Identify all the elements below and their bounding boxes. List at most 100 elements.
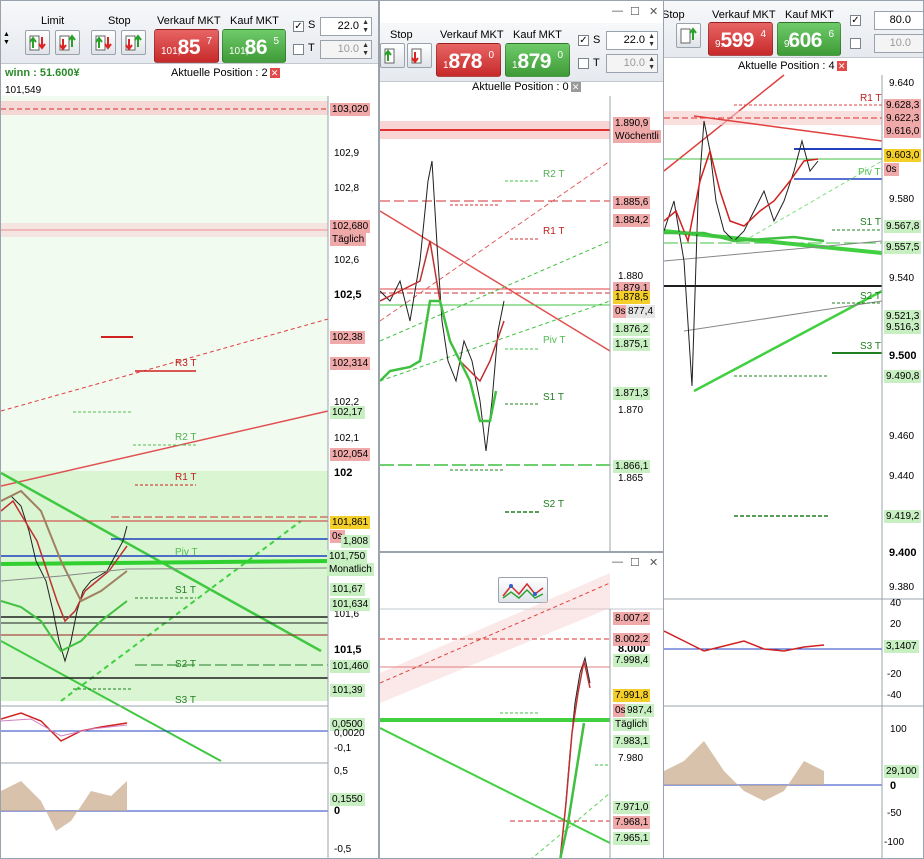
axis-tick: 102 <box>334 467 353 479</box>
price-tag: 101,460 <box>330 660 371 673</box>
axis-tick: 1.870 <box>618 405 644 416</box>
osc-tick: 0 <box>334 805 341 817</box>
price-tag: 7.965,1 <box>613 832 651 845</box>
s1-level-label: S1 T <box>543 392 564 403</box>
axis-tick: 102,9 <box>334 148 360 159</box>
axis-tick: 9.400 <box>889 547 917 559</box>
axis-tick: 9.500 <box>889 350 917 362</box>
price-tag: 1.866,1 <box>613 460 651 473</box>
osc-tag: 29,100 <box>884 765 919 778</box>
axis-tick: 9.640 <box>889 78 915 89</box>
middle-chart-window: — ☐ ✕ Stop Verkauf MKT 1. 878 0 Kauf MKT… <box>379 0 664 552</box>
price-tag: 1.884,2 <box>613 214 651 227</box>
s1-level-label: S1 T <box>860 217 881 228</box>
axis-tick: 7.980 <box>618 753 644 764</box>
price-tag: 102,17 <box>330 406 365 419</box>
price-tag: 1.885,6 <box>613 196 651 209</box>
axis-tick: 9.580 <box>889 194 915 205</box>
price-tag: 7.968,1 <box>613 816 651 829</box>
price-tag: 7.971,0 <box>613 801 651 814</box>
price-tag: 9.419,2 <box>884 510 922 523</box>
axis-tick: 9.380 <box>889 582 915 593</box>
price-tag: 8.007,2 <box>613 612 651 625</box>
piv-level-label: Piv T <box>175 547 198 558</box>
price-tag: 1.890,9 <box>613 117 651 130</box>
osc-tick: 0 <box>890 780 897 792</box>
piv-level-label: Piv T <box>858 167 881 178</box>
current-price-tag: 101,861 <box>330 516 371 529</box>
axis-tick: 9.440 <box>889 471 915 482</box>
r1-level-label: R1 T <box>175 472 197 483</box>
r2-level-label: R2 T <box>543 169 565 180</box>
s2-level-label: S2 T <box>543 499 564 510</box>
price-tag: 1.876,2 <box>613 323 651 336</box>
axis-tick: 101,5 <box>334 644 362 656</box>
osc-tick: 40 <box>890 598 902 609</box>
price-tag: 102,38 <box>330 331 365 344</box>
bottom-chart-window: — ☐ ✕ 8.007,2 8.000 8.002,2 7.998,4 7.99… <box>379 552 664 859</box>
s2-level-label: S2 T <box>860 291 881 302</box>
osc-tick: -20 <box>887 669 902 680</box>
price-tag: 8.002,2 <box>613 633 651 646</box>
axis-tick: 1.880 <box>618 271 644 282</box>
price-tag: 9.616,0 <box>884 125 922 138</box>
axis-tick: 102,5 <box>334 289 362 301</box>
osc-tick: 0,0020 <box>334 728 365 739</box>
price-tag: 101,750 <box>327 550 368 563</box>
osc-tick: -0,1 <box>334 743 352 754</box>
r1-level-label: R1 T <box>543 226 565 237</box>
price-tag: 9.490,8 <box>884 370 922 383</box>
axis-tick: 9.540 <box>889 273 915 284</box>
axis-tick: 9.460 <box>889 431 915 442</box>
osc-tick: -100 <box>884 837 905 848</box>
price-tag: 7.983,1 <box>613 735 651 748</box>
price-tag: 101,634 <box>330 598 371 611</box>
piv-level-label: Piv T <box>543 335 566 346</box>
left-chart-window: Limit Stop Verkauf MKT 101, 85 7 Kauf MK… <box>0 0 379 859</box>
price-tag: 7.998,4 <box>613 654 651 667</box>
osc-tag: 3,1407 <box>884 640 919 653</box>
price-tag: 9.516,3 <box>884 321 922 334</box>
r3-level-label: R3 T <box>175 358 197 369</box>
price-tag: 103,020 <box>330 103 371 116</box>
price-tag: 9.567,8 <box>884 220 922 233</box>
price-tag: 1,808 <box>341 535 371 548</box>
osc-tick: 100 <box>890 724 907 735</box>
right-chart-window: Stop Verkauf MKT 9. 599 4 Kauf MKT 9. 60… <box>664 0 924 859</box>
current-price-tag: 9.603,0 <box>884 149 922 162</box>
price-tag: 987,4 <box>625 704 655 717</box>
current-price-tag: 7.991,8 <box>613 689 651 702</box>
price-tag: 102,054 <box>330 448 371 461</box>
price-tag: 102,314 <box>330 357 371 370</box>
price-tag: 1.875,1 <box>613 338 651 351</box>
price-tag: 9.628,3 <box>884 99 922 112</box>
price-tag: 1.871,3 <box>613 387 651 400</box>
price-tag-label: Täglich <box>613 718 650 731</box>
price-tag: 9.557,5 <box>884 241 922 254</box>
price-tag: 102,680 <box>330 220 371 233</box>
price-tag: 101,67 <box>330 583 365 596</box>
axis-tick: 102,8 <box>334 183 360 194</box>
osc-tick: -40 <box>887 690 902 701</box>
axis-tick: 1.865 <box>618 473 644 484</box>
price-tag: 101,39 <box>330 684 365 697</box>
s2-level-label: S2 T <box>175 659 196 670</box>
osc-tick: 20 <box>890 619 902 630</box>
axis-tick: 102,1 <box>334 433 360 444</box>
price-tag: 877,4 <box>626 305 656 318</box>
left-price-chart <box>1 96 329 858</box>
countdown-tag: 0s <box>884 163 899 176</box>
r1-level-label: R1 T <box>860 93 882 104</box>
s1-level-label: S1 T <box>175 585 196 596</box>
s3-level-label: S3 T <box>175 695 196 706</box>
osc-tick: 0,5 <box>334 766 348 777</box>
current-price-tag: 1.878,5 <box>613 291 651 304</box>
price-tag-label: Monatlich <box>327 563 374 576</box>
s3-level-label: S3 T <box>860 341 881 352</box>
price-tag-label: Wöchentli <box>613 130 661 143</box>
osc-tick: -50 <box>887 808 902 819</box>
axis-tick: 102,6 <box>334 255 360 266</box>
price-tag-label: Täglich <box>330 233 367 246</box>
r2-level-label: R2 T <box>175 432 197 443</box>
price-tag: 9.622,3 <box>884 112 922 125</box>
